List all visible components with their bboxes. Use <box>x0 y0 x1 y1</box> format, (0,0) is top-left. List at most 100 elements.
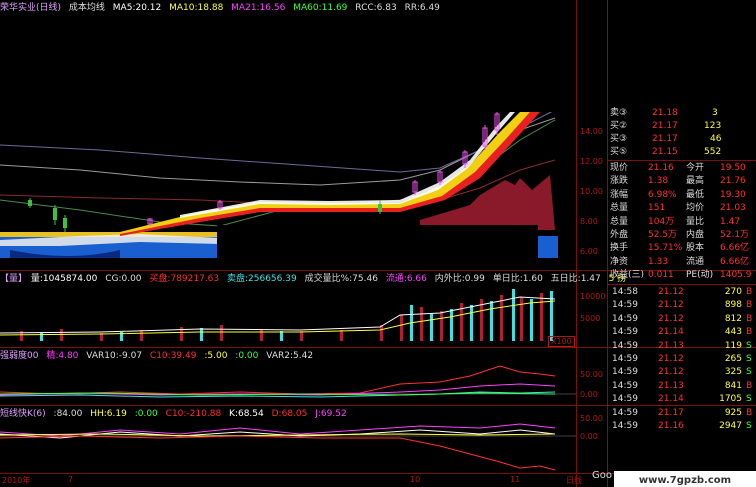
price-axis-label: 12.00 <box>580 157 603 166</box>
var2-value: VAR2:5.42 <box>266 351 314 361</box>
tick-row[interactable]: 14:59 21.12 812 B <box>608 313 756 326</box>
stat-value: 21.16 <box>648 163 674 173</box>
tick-row[interactable]: 14:59 21.14 1705 S <box>608 393 756 406</box>
stock-name[interactable]: 荣华实业(日线) <box>0 3 61 13</box>
tick-side: S <box>746 354 752 364</box>
tick-row[interactable]: 14:58 21.12 270 B <box>608 286 756 299</box>
kdj-title[interactable]: 短线快K(6) <box>0 409 46 419</box>
occlusion-block <box>428 0 608 112</box>
stat-label: 最高 <box>686 176 705 187</box>
kdj-chart[interactable] <box>0 420 576 473</box>
tick-row[interactable]: 14:59 21.12 325 S <box>608 366 756 379</box>
tick-volume: 898 <box>724 300 742 311</box>
day-ratio: 单日比:1.60 <box>492 274 543 284</box>
kdj-0: :0.00 <box>134 409 158 419</box>
tick-row[interactable]: 14:59 21.13 841 B <box>608 380 756 393</box>
tick-time: 14:58 <box>612 287 638 297</box>
volume-chart[interactable] <box>0 285 576 347</box>
stat-value: 19.30 <box>720 189 746 200</box>
tick-volume: 265 <box>724 354 742 364</box>
kdj-c10: C10:-210.88 <box>165 409 222 419</box>
tick-volume: 270 <box>724 287 742 297</box>
strength-axis-label: 50.00 <box>580 370 603 379</box>
quote-panel: 卖③ 21.18 3 买② 21.17 123 买③ 21.17 46 买⑤ 2… <box>608 0 756 487</box>
stat-label: 净资 <box>610 256 629 267</box>
volume-value: 量:1045874.00 <box>30 274 98 284</box>
stat-row: 收益(三) 0.011 PE(动) 1405.9 <box>608 269 756 282</box>
stat-value: 52.5万 <box>648 230 678 240</box>
kdj-axis-label: 0.00 <box>580 432 598 441</box>
order-label: 买⑤ <box>610 147 628 157</box>
tick-time: 14:59 <box>612 380 638 391</box>
tick-time: 14:59 <box>612 300 638 311</box>
tick-row[interactable]: 14:59 21.16 2947 S <box>608 420 756 433</box>
order-volume: 3 <box>712 108 718 118</box>
date-month: 11 <box>510 475 521 484</box>
kdj-header: 短线快K(6) :84.00 HH:6.19 :0.00 C10:-210.88… <box>0 408 352 420</box>
volume-title[interactable]: 【量】 <box>0 274 27 284</box>
stat-value: 6.98% <box>648 189 677 200</box>
stat-value: 52.1万 <box>720 230 750 240</box>
tick-row[interactable]: 14:59 21.13 119 S <box>608 340 756 353</box>
tick-time: 14:59 <box>612 313 638 324</box>
rr-value: RR:6.49 <box>404 3 440 13</box>
tick-volume: 2947 <box>719 421 742 431</box>
volume-ratio: 成交量比%:75.46 <box>304 274 378 284</box>
tick-price: 21.16 <box>658 421 684 431</box>
order-price: 21.17 <box>652 121 678 131</box>
order-volume: 46 <box>710 134 722 144</box>
inout-ratio: 内外比:0.99 <box>434 274 485 284</box>
kdj-k: K:68.54 <box>229 409 264 419</box>
rcc-value: RCC:6.83 <box>355 3 397 13</box>
stat-value: 21.03 <box>720 203 746 214</box>
stat-label: 最低 <box>686 189 705 200</box>
kdj-axis-label: 50.00 <box>580 414 603 423</box>
kdj-d: D:68.05 <box>271 409 308 419</box>
ma21-value: MA21:16.56 <box>231 3 286 13</box>
tick-price: 21.13 <box>658 340 684 351</box>
quote-divider-line <box>608 160 756 161</box>
price-axis-label: 10.00 <box>580 187 603 196</box>
cg-value: CG:0.00 <box>105 274 142 284</box>
order-price: 21.17 <box>652 134 678 144</box>
stat-value: 21.76 <box>720 176 746 187</box>
tick-volume: 925 <box>724 407 742 418</box>
tick-row[interactable]: 14:59 21.17 925 B <box>608 407 756 420</box>
stat-value: 15.71% <box>648 243 683 254</box>
tick-volume: 1705 <box>719 394 742 405</box>
stat-label: 涨跌 <box>610 176 629 187</box>
period-label[interactable]: 日线 <box>566 475 582 486</box>
date-month: 7 <box>68 475 74 484</box>
stat-label: 今开 <box>686 163 705 173</box>
volume-axis-label: 5000 <box>580 314 601 323</box>
tick-volume: 119 <box>724 340 742 351</box>
jing-value: 精:4.80 <box>46 351 79 361</box>
tick-price: 21.12 <box>658 287 684 297</box>
stat-label: 总量 <box>610 216 629 227</box>
float-value: 流通:6.66 <box>385 274 427 284</box>
tick-time: 14:59 <box>612 367 638 378</box>
tick-time: 14:59 <box>612 421 638 431</box>
price-axis-label: 14.00 <box>580 127 603 136</box>
stat-value: 1405.9 <box>720 270 752 281</box>
tick-time: 14:59 <box>612 327 638 338</box>
tick-time: 14:59 <box>612 407 638 418</box>
occlusion-block <box>217 225 538 270</box>
stat-row: 总量 151 均价 21.03 <box>608 202 756 215</box>
kdj-j: J:69.52 <box>315 409 347 419</box>
stat-label: 外盘 <box>610 230 629 240</box>
watermark-text: www.7gpzb.com <box>638 475 732 486</box>
tick-side: S <box>746 340 752 351</box>
tick-price: 21.13 <box>658 380 684 391</box>
tick-row[interactable]: 14:59 21.12 898 B <box>608 299 756 312</box>
tick-row[interactable]: 14:59 21.12 265 S <box>608 353 756 366</box>
strength-chart[interactable] <box>0 362 576 405</box>
tick-side: S <box>746 421 752 431</box>
volume-axis-label: 10000 <box>580 292 606 301</box>
tick-price: 21.14 <box>658 327 684 338</box>
strength-title[interactable]: 强弱度00 <box>0 351 38 361</box>
stat-label: 收益(三) <box>610 270 645 281</box>
price-axis-label: 6.00 <box>580 247 598 256</box>
tick-side: B <box>746 313 753 324</box>
tick-row[interactable]: 14:59 21.14 443 B <box>608 326 756 339</box>
